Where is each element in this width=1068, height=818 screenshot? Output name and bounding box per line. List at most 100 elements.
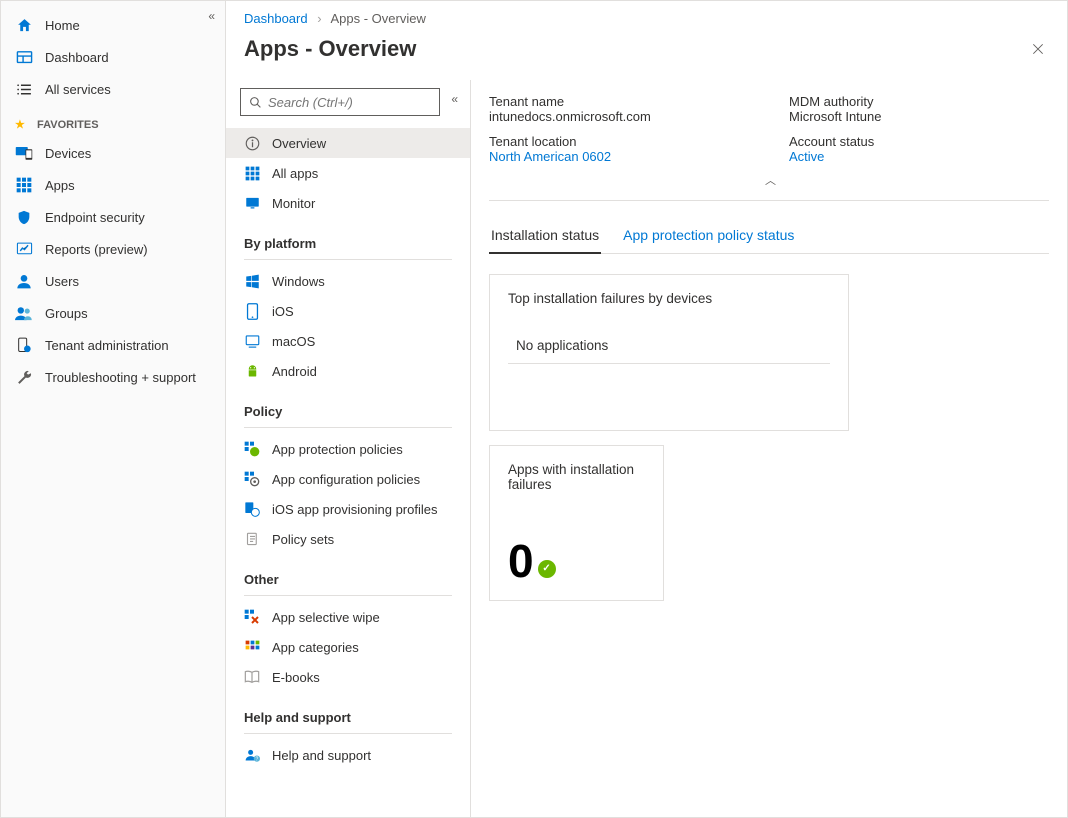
nav-label: Devices <box>45 146 91 161</box>
sub-nav-label: macOS <box>272 334 315 349</box>
breadcrumb-root[interactable]: Dashboard <box>244 11 308 26</box>
nav-troubleshooting[interactable]: Troubleshooting + support <box>1 361 225 393</box>
nav-label: Home <box>45 18 80 33</box>
nav-label: Dashboard <box>45 50 109 65</box>
section-other: Other <box>226 554 470 591</box>
tenant-location-label: Tenant location <box>489 134 749 149</box>
sub-nav-policy-sets[interactable]: Policy sets <box>226 524 470 554</box>
tab-app-protection-status[interactable]: App protection policy status <box>621 221 796 253</box>
sub-nav-ebooks[interactable]: E-books <box>226 662 470 692</box>
devices-icon <box>15 144 33 162</box>
sub-nav-android[interactable]: Android <box>226 356 470 386</box>
sub-nav-label: App configuration policies <box>272 472 420 487</box>
sub-nav-label: App categories <box>272 640 359 655</box>
sub-nav-label: Help and support <box>272 748 371 763</box>
card-title: Apps with installation failures <box>508 462 645 492</box>
categories-icon <box>244 639 260 655</box>
help-support-icon: ? <box>244 747 260 763</box>
list-icon <box>15 80 33 98</box>
sub-nav-selective-wipe[interactable]: App selective wipe <box>226 602 470 632</box>
star-icon: ★ <box>15 118 25 131</box>
chevron-right-icon: › <box>317 11 321 26</box>
sub-nav-app-configuration[interactable]: App configuration policies <box>226 464 470 494</box>
sub-nav-help-support[interactable]: ? Help and support <box>226 740 470 770</box>
section-help: Help and support <box>226 692 470 729</box>
search-icon <box>249 96 262 109</box>
sub-nav-ios-provisioning[interactable]: iOS app provisioning profiles <box>226 494 470 524</box>
sub-nav-ios[interactable]: iOS <box>226 296 470 326</box>
failures-count: 0 ✓ <box>508 538 645 584</box>
sub-nav-all-apps[interactable]: All apps <box>226 158 470 188</box>
collapse-sub-nav-icon[interactable]: « <box>451 92 458 106</box>
reports-icon <box>15 240 33 258</box>
sub-nav-label: App selective wipe <box>272 610 380 625</box>
card-title: Top installation failures by devices <box>508 291 830 306</box>
expand-chevron-icon[interactable]: ︿ <box>489 170 1049 201</box>
nav-groups[interactable]: Groups <box>1 297 225 329</box>
breadcrumb-current: Apps - Overview <box>330 11 425 26</box>
ios-icon <box>244 303 260 319</box>
section-by-platform: By platform <box>226 218 470 255</box>
sub-nav-app-protection[interactable]: App protection policies <box>226 434 470 464</box>
nav-label: Troubleshooting + support <box>45 370 196 385</box>
tenant-info: Tenant name intunedocs.onmicrosoft.com M… <box>489 94 1049 164</box>
sub-nav-label: Overview <box>272 136 326 151</box>
tenant-name-value: intunedocs.onmicrosoft.com <box>489 109 749 124</box>
search-input[interactable] <box>268 95 446 110</box>
sub-nav-label: Policy sets <box>272 532 334 547</box>
tenant-location-value[interactable]: North American 0602 <box>489 149 749 164</box>
check-circle-icon: ✓ <box>538 560 556 578</box>
sub-nav-macos[interactable]: macOS <box>226 326 470 356</box>
sub-nav-label: All apps <box>272 166 318 181</box>
nav-label: Groups <box>45 306 88 321</box>
sub-nav: « Overview All app <box>226 80 471 817</box>
home-icon <box>15 16 33 34</box>
nav-apps[interactable]: Apps <box>1 169 225 201</box>
wrench-icon <box>15 368 33 386</box>
nav-reports[interactable]: Reports (preview) <box>1 233 225 265</box>
book-icon <box>244 669 260 685</box>
breadcrumb: Dashboard › Apps - Overview <box>226 1 1067 32</box>
sub-nav-label: Monitor <box>272 196 315 211</box>
apps-grid-icon <box>244 165 260 181</box>
content-area: Dashboard › Apps - Overview Apps - Overv… <box>226 1 1067 817</box>
macos-icon <box>244 333 260 349</box>
tenant-name-label: Tenant name <box>489 94 749 109</box>
tabs: Installation status App protection polic… <box>489 221 1049 254</box>
nav-endpoint-security[interactable]: Endpoint security <box>1 201 225 233</box>
groups-icon <box>15 304 33 322</box>
collapse-main-nav-icon[interactable]: « <box>208 9 215 23</box>
sub-nav-windows[interactable]: Windows <box>226 266 470 296</box>
tab-installation-status[interactable]: Installation status <box>489 221 601 253</box>
mdm-authority-label: MDM authority <box>789 94 1049 109</box>
main-nav: « Home Dashboard All services ★ FAVORITE… <box>1 1 226 817</box>
nav-label: All services <box>45 82 111 97</box>
sub-nav-app-categories[interactable]: App categories <box>226 632 470 662</box>
nav-label: Tenant administration <box>45 338 169 353</box>
nav-dashboard[interactable]: Dashboard <box>1 41 225 73</box>
app-protection-icon <box>244 441 260 457</box>
detail-pane: Tenant name intunedocs.onmicrosoft.com M… <box>471 80 1067 817</box>
sub-nav-label: iOS app provisioning profiles <box>272 502 437 517</box>
nav-all-services[interactable]: All services <box>1 73 225 105</box>
nav-tenant-admin[interactable]: Tenant administration <box>1 329 225 361</box>
account-status-value[interactable]: Active <box>789 149 1049 164</box>
nav-devices[interactable]: Devices <box>1 137 225 169</box>
sub-nav-overview[interactable]: Overview <box>226 128 470 158</box>
windows-icon <box>244 273 260 289</box>
sub-nav-label: Android <box>272 364 317 379</box>
policy-sets-icon <box>244 531 260 547</box>
favorites-label: ★ FAVORITES <box>1 105 225 137</box>
sub-nav-label: App protection policies <box>272 442 403 457</box>
mdm-authority-value: Microsoft Intune <box>789 109 1049 124</box>
page-title: Apps - Overview <box>244 36 416 62</box>
user-icon <box>15 272 33 290</box>
nav-users[interactable]: Users <box>1 265 225 297</box>
search-box[interactable] <box>240 88 440 116</box>
sub-nav-monitor[interactable]: Monitor <box>226 188 470 218</box>
close-button[interactable] <box>1027 38 1049 60</box>
nav-home[interactable]: Home <box>1 9 225 41</box>
shield-icon <box>15 208 33 226</box>
nav-label: Users <box>45 274 79 289</box>
phone-gear-icon <box>15 336 33 354</box>
